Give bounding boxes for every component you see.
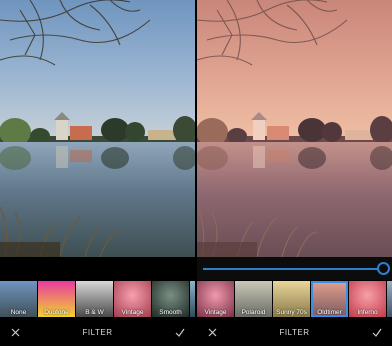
- filter-thumb-sunny-70s[interactable]: Sunny 70s: [273, 281, 310, 317]
- tree-branches: [197, 0, 348, 66]
- filter-thumbnail-strip[interactable]: Vintage Polaroid Sunny 70s Oldtimer Infe…: [197, 281, 392, 317]
- toolbar-title: FILTER: [82, 327, 113, 337]
- checkmark-icon[interactable]: [174, 326, 186, 338]
- filter-thumbnail-strip[interactable]: None Duotone B & W Vintage Smooth C: [0, 281, 195, 317]
- toolbar-title: FILTER: [279, 327, 310, 337]
- photo-preview: [0, 0, 195, 257]
- filter-thumb-vintage[interactable]: Vintage: [114, 281, 151, 317]
- treeline: [0, 112, 195, 146]
- treeline: [197, 112, 392, 146]
- filter-thumb-s[interactable]: S: [387, 281, 392, 317]
- filter-thumb-none[interactable]: None: [0, 281, 37, 317]
- tree-branches: [0, 0, 151, 66]
- reeds: [0, 206, 121, 257]
- filter-thumb-bw[interactable]: B & W: [76, 281, 113, 317]
- filter-thumb-vintage[interactable]: Vintage: [197, 281, 234, 317]
- filter-thumb-smooth[interactable]: Smooth: [152, 281, 189, 317]
- bottom-toolbar: FILTER: [0, 318, 195, 346]
- filter-thumb-polaroid[interactable]: Polaroid: [235, 281, 272, 317]
- filter-thumb-duotone[interactable]: Duotone: [38, 281, 75, 317]
- checkmark-icon[interactable]: [371, 326, 383, 338]
- slider-track[interactable]: [203, 268, 383, 270]
- filter-thumb-c[interactable]: C: [190, 281, 195, 317]
- photo-preview: [197, 0, 392, 257]
- bottom-toolbar: FILTER: [197, 318, 392, 346]
- slider-thumb[interactable]: [376, 262, 390, 275]
- intensity-slider[interactable]: [197, 257, 392, 280]
- filter-thumb-inferno[interactable]: Inferno: [349, 281, 386, 317]
- close-icon[interactable]: [9, 326, 21, 338]
- filter-screen-oldtimer: Vintage Polaroid Sunny 70s Oldtimer Infe…: [197, 0, 392, 346]
- close-icon[interactable]: [206, 326, 218, 338]
- filter-thumb-oldtimer[interactable]: Oldtimer: [311, 281, 348, 317]
- filter-screen-original: None Duotone B & W Vintage Smooth C FILT…: [0, 0, 195, 346]
- reeds: [197, 206, 318, 257]
